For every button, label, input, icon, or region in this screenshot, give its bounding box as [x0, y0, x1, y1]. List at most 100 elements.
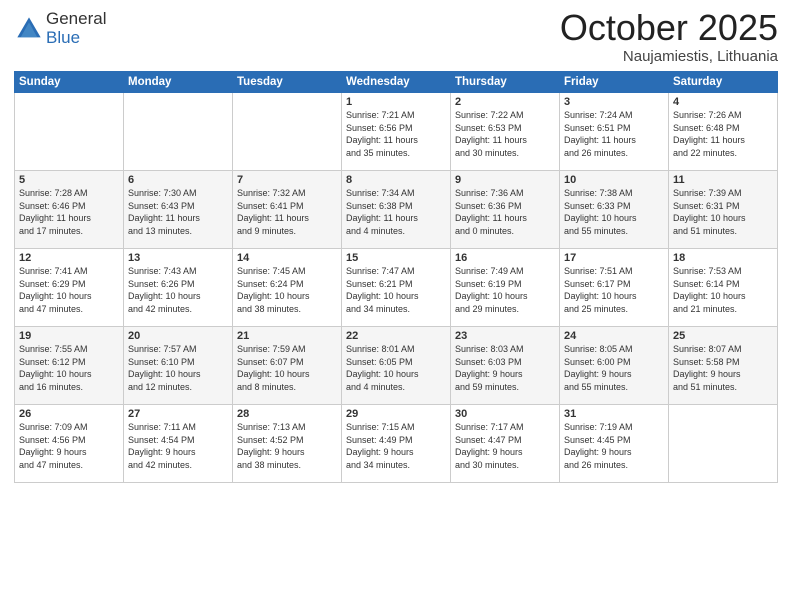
day-number: 31	[564, 408, 664, 420]
calendar-cell: 26Sunrise: 7:09 AM Sunset: 4:56 PM Dayli…	[15, 405, 124, 483]
day-number: 8	[346, 174, 446, 186]
day-number: 16	[455, 252, 555, 264]
calendar-cell: 6Sunrise: 7:30 AM Sunset: 6:43 PM Daylig…	[124, 171, 233, 249]
day-number: 18	[673, 252, 773, 264]
day-number: 3	[564, 96, 664, 108]
day-info: Sunrise: 7:19 AM Sunset: 4:45 PM Dayligh…	[564, 421, 664, 471]
day-info: Sunrise: 7:15 AM Sunset: 4:49 PM Dayligh…	[346, 421, 446, 471]
calendar-cell: 8Sunrise: 7:34 AM Sunset: 6:38 PM Daylig…	[342, 171, 451, 249]
calendar-cell: 19Sunrise: 7:55 AM Sunset: 6:12 PM Dayli…	[15, 327, 124, 405]
day-info: Sunrise: 7:43 AM Sunset: 6:26 PM Dayligh…	[128, 265, 228, 315]
calendar-cell: 21Sunrise: 7:59 AM Sunset: 6:07 PM Dayli…	[233, 327, 342, 405]
location: Naujamiestis, Lithuania	[560, 48, 778, 65]
calendar-week: 5Sunrise: 7:28 AM Sunset: 6:46 PM Daylig…	[15, 171, 778, 249]
day-info: Sunrise: 7:30 AM Sunset: 6:43 PM Dayligh…	[128, 187, 228, 237]
day-number: 4	[673, 96, 773, 108]
day-number: 29	[346, 408, 446, 420]
day-info: Sunrise: 8:03 AM Sunset: 6:03 PM Dayligh…	[455, 343, 555, 393]
calendar-cell: 27Sunrise: 7:11 AM Sunset: 4:54 PM Dayli…	[124, 405, 233, 483]
calendar-cell: 15Sunrise: 7:47 AM Sunset: 6:21 PM Dayli…	[342, 249, 451, 327]
calendar-cell: 9Sunrise: 7:36 AM Sunset: 6:36 PM Daylig…	[451, 171, 560, 249]
calendar-cell	[124, 93, 233, 171]
day-info: Sunrise: 7:21 AM Sunset: 6:56 PM Dayligh…	[346, 109, 446, 159]
header-day: Friday	[560, 72, 669, 93]
calendar-cell	[669, 405, 778, 483]
header-day: Monday	[124, 72, 233, 93]
day-number: 24	[564, 330, 664, 342]
day-info: Sunrise: 7:11 AM Sunset: 4:54 PM Dayligh…	[128, 421, 228, 471]
calendar-cell: 13Sunrise: 7:43 AM Sunset: 6:26 PM Dayli…	[124, 249, 233, 327]
calendar-week: 26Sunrise: 7:09 AM Sunset: 4:56 PM Dayli…	[15, 405, 778, 483]
logo-text: General Blue	[46, 10, 106, 47]
header-day: Wednesday	[342, 72, 451, 93]
day-info: Sunrise: 7:59 AM Sunset: 6:07 PM Dayligh…	[237, 343, 337, 393]
day-info: Sunrise: 7:13 AM Sunset: 4:52 PM Dayligh…	[237, 421, 337, 471]
day-info: Sunrise: 7:22 AM Sunset: 6:53 PM Dayligh…	[455, 109, 555, 159]
day-info: Sunrise: 7:39 AM Sunset: 6:31 PM Dayligh…	[673, 187, 773, 237]
day-info: Sunrise: 7:47 AM Sunset: 6:21 PM Dayligh…	[346, 265, 446, 315]
month-title: October 2025	[560, 10, 778, 46]
day-info: Sunrise: 8:01 AM Sunset: 6:05 PM Dayligh…	[346, 343, 446, 393]
header-day: Sunday	[15, 72, 124, 93]
day-number: 27	[128, 408, 228, 420]
day-info: Sunrise: 7:53 AM Sunset: 6:14 PM Dayligh…	[673, 265, 773, 315]
calendar-cell: 7Sunrise: 7:32 AM Sunset: 6:41 PM Daylig…	[233, 171, 342, 249]
day-number: 30	[455, 408, 555, 420]
calendar-cell: 24Sunrise: 8:05 AM Sunset: 6:00 PM Dayli…	[560, 327, 669, 405]
day-number: 20	[128, 330, 228, 342]
day-number: 9	[455, 174, 555, 186]
day-number: 10	[564, 174, 664, 186]
day-info: Sunrise: 7:49 AM Sunset: 6:19 PM Dayligh…	[455, 265, 555, 315]
header-row: SundayMondayTuesdayWednesdayThursdayFrid…	[15, 72, 778, 93]
calendar-cell: 23Sunrise: 8:03 AM Sunset: 6:03 PM Dayli…	[451, 327, 560, 405]
calendar-cell: 16Sunrise: 7:49 AM Sunset: 6:19 PM Dayli…	[451, 249, 560, 327]
header-day: Thursday	[451, 72, 560, 93]
day-number: 23	[455, 330, 555, 342]
logo-icon	[14, 14, 44, 44]
day-number: 28	[237, 408, 337, 420]
day-number: 25	[673, 330, 773, 342]
day-info: Sunrise: 7:55 AM Sunset: 6:12 PM Dayligh…	[19, 343, 119, 393]
day-number: 19	[19, 330, 119, 342]
day-number: 12	[19, 252, 119, 264]
day-info: Sunrise: 7:28 AM Sunset: 6:46 PM Dayligh…	[19, 187, 119, 237]
calendar-cell: 28Sunrise: 7:13 AM Sunset: 4:52 PM Dayli…	[233, 405, 342, 483]
day-info: Sunrise: 7:38 AM Sunset: 6:33 PM Dayligh…	[564, 187, 664, 237]
day-info: Sunrise: 7:32 AM Sunset: 6:41 PM Dayligh…	[237, 187, 337, 237]
calendar-header: SundayMondayTuesdayWednesdayThursdayFrid…	[15, 72, 778, 93]
calendar-cell: 22Sunrise: 8:01 AM Sunset: 6:05 PM Dayli…	[342, 327, 451, 405]
day-number: 2	[455, 96, 555, 108]
day-number: 11	[673, 174, 773, 186]
day-number: 14	[237, 252, 337, 264]
day-number: 22	[346, 330, 446, 342]
day-info: Sunrise: 7:26 AM Sunset: 6:48 PM Dayligh…	[673, 109, 773, 159]
day-info: Sunrise: 7:51 AM Sunset: 6:17 PM Dayligh…	[564, 265, 664, 315]
day-info: Sunrise: 7:09 AM Sunset: 4:56 PM Dayligh…	[19, 421, 119, 471]
day-number: 26	[19, 408, 119, 420]
calendar-cell: 3Sunrise: 7:24 AM Sunset: 6:51 PM Daylig…	[560, 93, 669, 171]
header-day: Saturday	[669, 72, 778, 93]
calendar-week: 19Sunrise: 7:55 AM Sunset: 6:12 PM Dayli…	[15, 327, 778, 405]
header: General Blue October 2025 Naujamiestis, …	[14, 10, 778, 65]
calendar-cell: 5Sunrise: 7:28 AM Sunset: 6:46 PM Daylig…	[15, 171, 124, 249]
day-number: 13	[128, 252, 228, 264]
calendar-cell: 29Sunrise: 7:15 AM Sunset: 4:49 PM Dayli…	[342, 405, 451, 483]
calendar-cell: 18Sunrise: 7:53 AM Sunset: 6:14 PM Dayli…	[669, 249, 778, 327]
calendar-table: SundayMondayTuesdayWednesdayThursdayFrid…	[14, 71, 778, 483]
day-info: Sunrise: 7:34 AM Sunset: 6:38 PM Dayligh…	[346, 187, 446, 237]
day-info: Sunrise: 7:57 AM Sunset: 6:10 PM Dayligh…	[128, 343, 228, 393]
page-container: General Blue October 2025 Naujamiestis, …	[0, 0, 792, 489]
calendar-cell: 4Sunrise: 7:26 AM Sunset: 6:48 PM Daylig…	[669, 93, 778, 171]
calendar-cell: 11Sunrise: 7:39 AM Sunset: 6:31 PM Dayli…	[669, 171, 778, 249]
calendar-cell: 20Sunrise: 7:57 AM Sunset: 6:10 PM Dayli…	[124, 327, 233, 405]
day-number: 5	[19, 174, 119, 186]
calendar-cell: 2Sunrise: 7:22 AM Sunset: 6:53 PM Daylig…	[451, 93, 560, 171]
day-number: 17	[564, 252, 664, 264]
day-info: Sunrise: 8:07 AM Sunset: 5:58 PM Dayligh…	[673, 343, 773, 393]
day-info: Sunrise: 7:17 AM Sunset: 4:47 PM Dayligh…	[455, 421, 555, 471]
calendar-cell	[233, 93, 342, 171]
calendar-cell: 14Sunrise: 7:45 AM Sunset: 6:24 PM Dayli…	[233, 249, 342, 327]
calendar-cell	[15, 93, 124, 171]
day-number: 7	[237, 174, 337, 186]
calendar-cell: 31Sunrise: 7:19 AM Sunset: 4:45 PM Dayli…	[560, 405, 669, 483]
